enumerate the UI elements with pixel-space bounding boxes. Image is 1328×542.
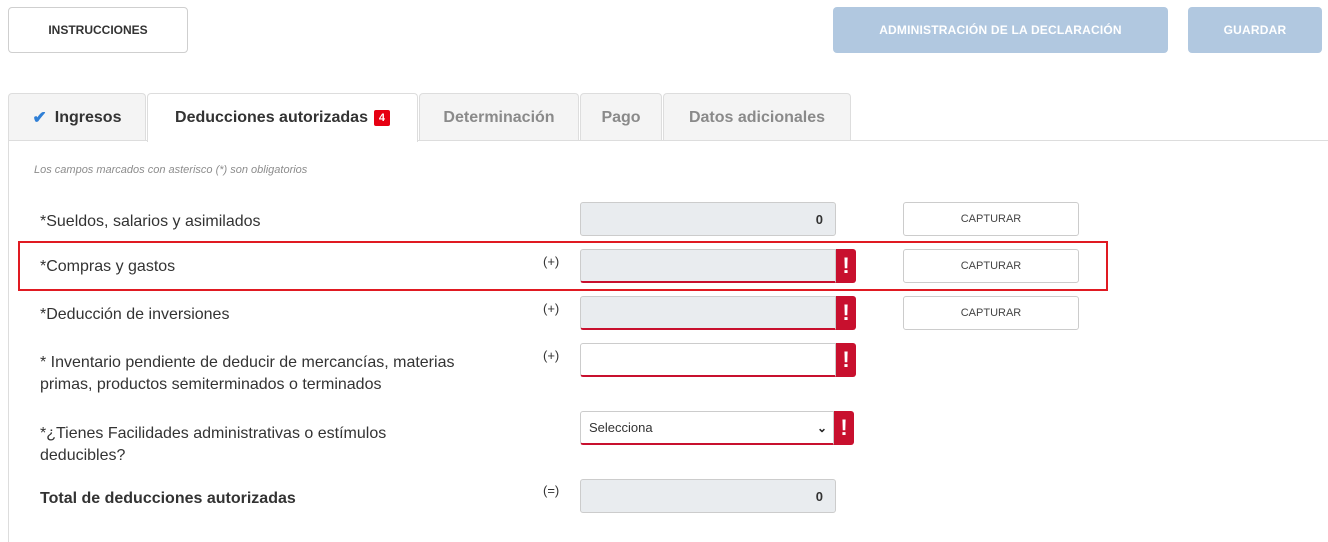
compras-gastos-field <box>580 249 836 283</box>
facilidades-label: *¿Tienes Facilidades administrativas o e… <box>40 425 387 464</box>
tab-label: Determinación <box>443 108 555 126</box>
inventario-input[interactable] <box>580 343 836 377</box>
plus-sign: (+) <box>543 254 560 269</box>
compras-gastos-label: *Compras y gastos <box>40 258 176 275</box>
save-button[interactable]: GUARDAR <box>1188 7 1322 53</box>
tab-label: Deducciones autorizadas <box>175 109 368 126</box>
tab-determinacion[interactable]: Determinación <box>419 93 579 141</box>
required-fields-note: Los campos marcados con asterisco (*) so… <box>34 164 308 176</box>
tab-label: Datos adicionales <box>688 108 826 126</box>
plus-sign: (+) <box>543 348 560 363</box>
select-value: Selecciona <box>589 420 653 435</box>
facilidades-select[interactable]: Selecciona ⌄ <box>580 411 834 445</box>
error-icon: ! <box>834 411 854 445</box>
capture-sueldos-button[interactable]: CAPTURAR <box>903 202 1079 236</box>
inventario-label: * Inventario pendiente de deducir de mer… <box>40 354 455 393</box>
tab-ingresos[interactable]: ✔ Ingresos <box>8 93 146 141</box>
admin-declaration-button[interactable]: ADMINISTRACIÓN DE LA DECLARACIÓN <box>833 7 1168 53</box>
sueldos-label: *Sueldos, salarios y asimilados <box>40 213 261 230</box>
total-deducciones-label: Total de deducciones autorizadas <box>40 490 296 507</box>
tab-deducciones-autorizadas[interactable]: Deducciones autorizadas 4 <box>147 93 418 142</box>
total-deducciones-field: 0 <box>580 479 836 513</box>
check-icon: ✔ <box>32 107 47 127</box>
sueldos-value: 0 <box>815 211 823 227</box>
total-value: 0 <box>815 488 823 504</box>
panel-border <box>8 140 9 542</box>
equals-sign: (=) <box>543 483 560 498</box>
plus-sign: (+) <box>543 301 560 316</box>
error-count-badge: 4 <box>373 110 390 126</box>
chevron-down-icon: ⌄ <box>816 420 827 435</box>
tab-pago[interactable]: Pago <box>580 93 662 141</box>
tab-label: Pago <box>601 108 641 126</box>
error-icon: ! <box>836 343 856 377</box>
deduccion-inversiones-label: *Deducción de inversiones <box>40 306 230 323</box>
tab-label: Ingresos <box>54 108 122 126</box>
sueldos-field: 0 <box>580 202 836 236</box>
instructions-button[interactable]: INSTRUCCIONES <box>8 7 188 53</box>
tab-datos-adicionales[interactable]: Datos adicionales <box>663 93 851 141</box>
capture-inversiones-button[interactable]: CAPTURAR <box>903 296 1079 330</box>
capture-compras-button[interactable]: CAPTURAR <box>903 249 1079 283</box>
deduccion-inversiones-field <box>580 296 836 330</box>
error-icon: ! <box>836 296 856 330</box>
error-icon: ! <box>836 249 856 283</box>
